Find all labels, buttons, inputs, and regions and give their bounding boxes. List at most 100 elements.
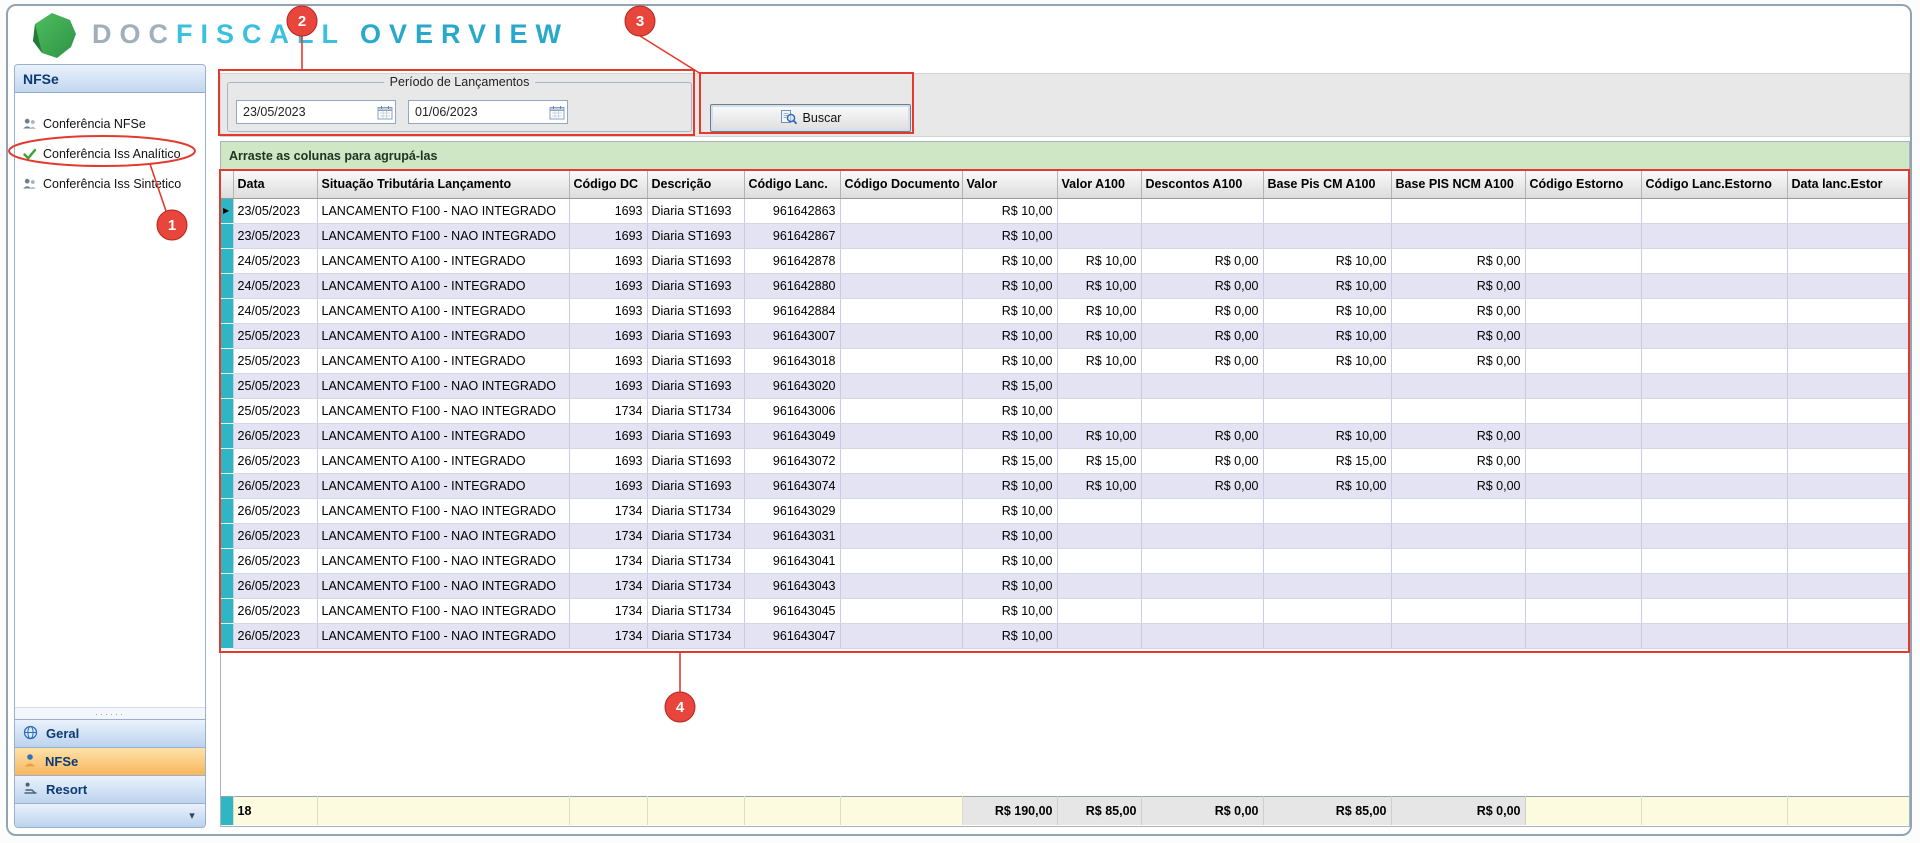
table-row[interactable]: 25/05/2023 LANCAMENTO A100 - INTEGRADO 169… bbox=[221, 348, 1909, 374]
cell[interactable] bbox=[1263, 573, 1392, 599]
table-row[interactable]: 24/05/2023 LANCAMENTO A100 - INTEGRADO 169… bbox=[221, 248, 1909, 274]
cell[interactable]: 1693 bbox=[569, 348, 648, 374]
table-row[interactable]: 23/05/2023 LANCAMENTO F100 - NAO INTEGRAD… bbox=[221, 223, 1909, 249]
cell[interactable]: R$ 10,00 bbox=[1263, 323, 1392, 349]
column-header-7[interactable]: Valor bbox=[962, 171, 1058, 199]
chevron-down-icon[interactable]: ▾ bbox=[183, 807, 201, 825]
cell[interactable]: 1734 bbox=[569, 398, 648, 424]
cell[interactable]: LANCAMENTO A100 - INTEGRADO bbox=[317, 473, 570, 499]
cell[interactable] bbox=[1787, 273, 1909, 299]
cell[interactable] bbox=[1141, 198, 1264, 224]
sidebar-splitter[interactable]: ······ bbox=[15, 707, 205, 719]
cell[interactable]: 961642867 bbox=[744, 223, 841, 249]
cell[interactable] bbox=[1787, 423, 1909, 449]
cell[interactable] bbox=[1141, 223, 1264, 249]
cell[interactable] bbox=[1641, 548, 1788, 574]
cell[interactable] bbox=[1391, 523, 1526, 549]
cell[interactable] bbox=[1641, 498, 1788, 524]
cell[interactable] bbox=[1057, 498, 1142, 524]
cell[interactable]: R$ 10,00 bbox=[1057, 298, 1142, 324]
cell[interactable]: R$ 0,00 bbox=[1141, 473, 1264, 499]
cell[interactable] bbox=[1391, 398, 1526, 424]
cell[interactable] bbox=[1141, 523, 1264, 549]
cell[interactable] bbox=[1391, 573, 1526, 599]
cell[interactable]: Diaria ST1693 bbox=[647, 323, 745, 349]
cell[interactable] bbox=[1263, 498, 1392, 524]
cell[interactable] bbox=[1787, 573, 1909, 599]
cell[interactable]: LANCAMENTO F100 - NAO INTEGRADO bbox=[317, 373, 570, 399]
cell[interactable]: 24/05/2023 bbox=[233, 273, 318, 299]
cell[interactable]: 25/05/2023 bbox=[233, 323, 318, 349]
cell[interactable] bbox=[840, 498, 963, 524]
cell[interactable] bbox=[1641, 248, 1788, 274]
cell[interactable] bbox=[1525, 298, 1642, 324]
cell[interactable]: LANCAMENTO A100 - INTEGRADO bbox=[317, 348, 570, 374]
cell[interactable] bbox=[1641, 523, 1788, 549]
cell[interactable]: R$ 15,00 bbox=[962, 448, 1058, 474]
cell[interactable]: R$ 10,00 bbox=[1057, 273, 1142, 299]
cell[interactable] bbox=[840, 473, 963, 499]
cell[interactable] bbox=[1141, 398, 1264, 424]
cell[interactable] bbox=[1641, 423, 1788, 449]
column-header-6[interactable]: Código Documento bbox=[840, 171, 963, 199]
cell[interactable]: R$ 10,00 bbox=[1263, 273, 1392, 299]
cell[interactable]: LANCAMENTO F100 - NAO INTEGRADO bbox=[317, 223, 570, 249]
table-row[interactable]: 24/05/2023 LANCAMENTO A100 - INTEGRADO 169… bbox=[221, 273, 1909, 299]
cell[interactable]: R$ 0,00 bbox=[1141, 298, 1264, 324]
cell[interactable]: 26/05/2023 bbox=[233, 548, 318, 574]
cell[interactable] bbox=[1641, 198, 1788, 224]
cell[interactable] bbox=[1641, 448, 1788, 474]
cell[interactable] bbox=[840, 248, 963, 274]
cell[interactable]: R$ 0,00 bbox=[1141, 423, 1264, 449]
cell[interactable] bbox=[1525, 348, 1642, 374]
cell[interactable] bbox=[1787, 323, 1909, 349]
cell[interactable]: 26/05/2023 bbox=[233, 598, 318, 624]
cell[interactable]: R$ 10,00 bbox=[1263, 348, 1392, 374]
cell[interactable]: 961643031 bbox=[744, 523, 841, 549]
cell[interactable]: 23/05/2023 bbox=[233, 198, 318, 224]
cell[interactable]: LANCAMENTO F100 - NAO INTEGRADO bbox=[317, 498, 570, 524]
cell[interactable] bbox=[1787, 623, 1909, 649]
cell[interactable] bbox=[1787, 373, 1909, 399]
table-row[interactable]: 26/05/2023 LANCAMENTO A100 - INTEGRADO 169… bbox=[221, 448, 1909, 474]
cell[interactable]: 25/05/2023 bbox=[233, 398, 318, 424]
column-header-14[interactable]: Data lanc.Estor bbox=[1787, 171, 1909, 199]
cell[interactable]: LANCAMENTO F100 - NAO INTEGRADO bbox=[317, 398, 570, 424]
cell[interactable]: R$ 0,00 bbox=[1391, 348, 1526, 374]
cell[interactable] bbox=[1057, 223, 1142, 249]
cell[interactable]: LANCAMENTO F100 - NAO INTEGRADO bbox=[317, 598, 570, 624]
cell[interactable]: LANCAMENTO F100 - NAO INTEGRADO bbox=[317, 573, 570, 599]
cell[interactable] bbox=[1391, 498, 1526, 524]
cell[interactable]: 961642863 bbox=[744, 198, 841, 224]
sidebar-item-conferencia-iss-sintetico[interactable]: Conferência Iss Sintetico bbox=[15, 169, 205, 199]
cell[interactable]: Diaria ST1693 bbox=[647, 273, 745, 299]
cell[interactable]: Diaria ST1693 bbox=[647, 223, 745, 249]
table-row[interactable]: 25/05/2023 LANCAMENTO F100 - NAO INTEGRAD… bbox=[221, 373, 1909, 399]
cell[interactable]: R$ 0,00 bbox=[1391, 323, 1526, 349]
cell[interactable] bbox=[1787, 223, 1909, 249]
cell[interactable]: 961642880 bbox=[744, 273, 841, 299]
cell[interactable] bbox=[1141, 373, 1264, 399]
cell[interactable]: LANCAMENTO A100 - INTEGRADO bbox=[317, 248, 570, 274]
cell[interactable] bbox=[1525, 423, 1642, 449]
cell[interactable] bbox=[1641, 598, 1788, 624]
cell[interactable]: 25/05/2023 bbox=[233, 348, 318, 374]
cell[interactable]: 1693 bbox=[569, 373, 648, 399]
cell[interactable]: R$ 0,00 bbox=[1141, 348, 1264, 374]
cell[interactable]: 26/05/2023 bbox=[233, 573, 318, 599]
cell[interactable]: 961642878 bbox=[744, 248, 841, 274]
cell[interactable]: Diaria ST1693 bbox=[647, 198, 745, 224]
cell[interactable]: 1734 bbox=[569, 548, 648, 574]
cell[interactable] bbox=[840, 523, 963, 549]
column-header-1[interactable]: Data bbox=[233, 171, 318, 199]
cell[interactable]: Diaria ST1693 bbox=[647, 348, 745, 374]
sidebar-nav-resort[interactable]: Resort bbox=[15, 775, 205, 803]
cell[interactable]: LANCAMENTO A100 - INTEGRADO bbox=[317, 298, 570, 324]
sidebar-nav-geral[interactable]: Geral bbox=[15, 719, 205, 747]
cell[interactable] bbox=[1057, 398, 1142, 424]
cell[interactable]: 1693 bbox=[569, 448, 648, 474]
cell[interactable]: 24/05/2023 bbox=[233, 298, 318, 324]
cell[interactable]: 961643047 bbox=[744, 623, 841, 649]
cell[interactable] bbox=[1641, 223, 1788, 249]
buscar-button[interactable]: Buscar bbox=[710, 104, 911, 132]
